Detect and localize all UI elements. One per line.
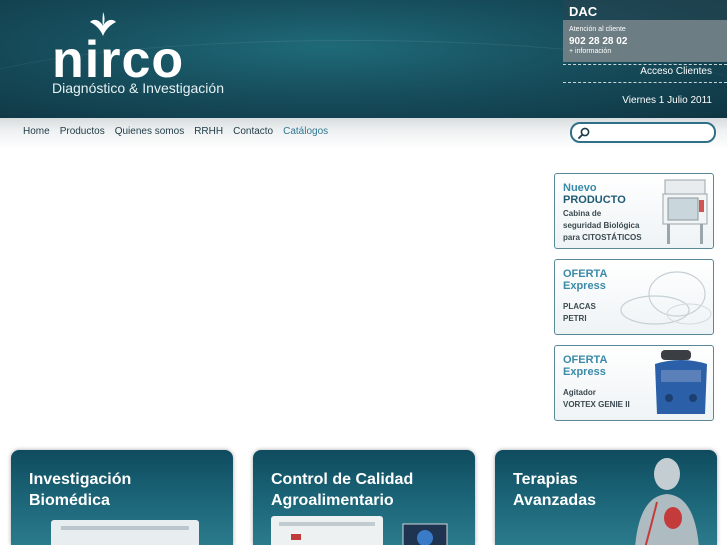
promo-subtitle: Express — [563, 366, 606, 378]
card-title: Biomédica — [29, 492, 110, 509]
logo-tagline: Diagnóstico & Investigación — [52, 80, 224, 96]
lab-equipment-image — [51, 520, 199, 545]
divider — [563, 82, 727, 83]
promo-desc: PETRI — [563, 314, 587, 323]
promo-title: OFERTA — [563, 268, 608, 280]
promo-subtitle: Express — [563, 280, 606, 292]
nav-item-catalogos[interactable]: Catálogos — [283, 126, 328, 137]
promo-vortex-offer[interactable]: OFERTA Express Agitador VORTEX GENIE II — [554, 345, 714, 421]
card-title: Agroalimentario — [271, 492, 394, 509]
petri-dish-image — [620, 271, 712, 325]
search-icon[interactable] — [578, 127, 590, 139]
promo-desc: para CITOSTÁTICOS — [563, 233, 642, 242]
dac-heading: DAC — [569, 4, 598, 19]
promo-title: Nuevo — [563, 182, 597, 194]
divider — [563, 64, 727, 65]
biosafety-cabinet-image — [662, 179, 708, 244]
contact-band: Atención al cliente 902 28 28 02 + infor… — [563, 20, 727, 62]
site-header: nirco Diagnóstico & Investigación DAC At… — [0, 0, 727, 118]
customer-service-box: DAC Atención al cliente 902 28 28 02 + i… — [563, 0, 727, 62]
analyzer-image — [271, 516, 448, 545]
card-title: Control de Calidad — [271, 471, 414, 488]
client-access-link[interactable]: Acceso Clientes — [563, 66, 712, 77]
card-title: Investigación — [29, 471, 132, 488]
nav-item-rrhh[interactable]: RRHH — [194, 126, 223, 137]
logo-wordmark: nirco — [52, 31, 185, 89]
promo-desc: Cabina de — [563, 209, 602, 218]
more-info-link[interactable]: + información — [569, 48, 611, 55]
card-control-calidad[interactable]: Control de Calidad Agroalimentario — [253, 450, 475, 545]
attention-label: Atención al cliente — [569, 26, 626, 33]
nav-item-quienes-somos[interactable]: Quienes somos — [115, 126, 184, 137]
promo-desc: VORTEX GENIE II — [563, 400, 630, 409]
promo-title: OFERTA — [563, 354, 608, 366]
phone-number: 902 28 28 02 — [569, 36, 628, 47]
card-title: Terapias — [513, 471, 578, 488]
nav-item-productos[interactable]: Productos — [60, 126, 105, 137]
card-title: Avanzadas — [513, 492, 596, 509]
promo-petri-offer[interactable]: OFERTA Express PLACAS PETRI — [554, 259, 714, 335]
card-investigacion-biomedica[interactable]: Investigación Biomédica — [11, 450, 233, 545]
nav-item-home[interactable]: Home — [23, 126, 50, 137]
vortex-mixer-image — [655, 350, 707, 414]
card-terapias-avanzadas[interactable]: Terapias Avanzadas — [495, 450, 717, 545]
promo-desc: PLACAS — [563, 302, 596, 311]
search-input[interactable] — [570, 122, 716, 143]
current-date: Viernes 1 Julio 2011 — [622, 95, 712, 106]
nav-item-contacto[interactable]: Contacto — [233, 126, 273, 137]
promo-subtitle: PRODUCTO — [563, 194, 626, 206]
nirco-logo[interactable]: nirco Diagnóstico & Investigación — [50, 12, 250, 102]
promo-desc: Agitador — [563, 388, 596, 397]
promo-desc: seguridad Biológica — [563, 221, 640, 230]
promo-new-product[interactable]: Nuevo PRODUCTO Cabina de seguridad Bioló… — [554, 173, 714, 249]
human-body-image — [635, 458, 699, 545]
